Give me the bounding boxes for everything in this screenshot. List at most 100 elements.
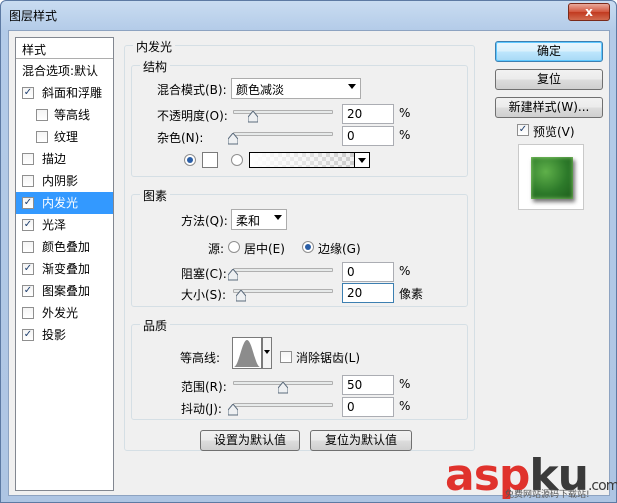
style-list-label: 光泽 xyxy=(42,218,67,232)
style-list-item[interactable]: 等高线 xyxy=(16,104,113,126)
size-slider-track[interactable] xyxy=(233,289,333,293)
size-label: 大小(S): xyxy=(181,288,227,302)
window-title: 图层样式 xyxy=(9,9,58,23)
noise-unit: % xyxy=(399,128,411,142)
range-label: 范围(R): xyxy=(181,380,227,394)
style-list-label: 等高线 xyxy=(54,108,91,122)
style-list-item[interactable]: 描边 xyxy=(16,148,113,170)
range-slider-thumb[interactable] xyxy=(278,382,288,394)
opacity-slider-thumb[interactable] xyxy=(248,111,258,123)
jitter-slider-track[interactable] xyxy=(233,403,333,407)
style-list-item[interactable]: 纹理 xyxy=(16,126,113,148)
gradient-picker[interactable] xyxy=(249,152,355,168)
style-list-label: 渐变叠加 xyxy=(42,262,91,276)
anti-alias-checkbox[interactable] xyxy=(280,351,292,363)
style-checkbox[interactable] xyxy=(36,109,48,121)
style-checkbox[interactable] xyxy=(22,219,34,231)
layer-style-dialog: 图层样式 x 样式 混合选项:默认斜面和浮雕等高线纹理描边内阴影内发光光泽颜色叠… xyxy=(0,0,617,503)
size-input[interactable]: 20 xyxy=(342,283,394,303)
solid-color-radio[interactable] xyxy=(184,154,196,166)
choke-slider-thumb[interactable] xyxy=(228,269,238,281)
ok-button[interactable]: 确定 xyxy=(495,41,603,62)
style-list-item[interactable]: 斜面和浮雕 xyxy=(16,82,113,104)
new-style-button[interactable]: 新建样式(W)... xyxy=(495,97,603,118)
source-center-label[interactable]: 居中(E) xyxy=(244,240,285,257)
style-list-item[interactable]: 混合选项:默认 xyxy=(16,60,113,82)
opacity-input[interactable]: 20 xyxy=(342,104,394,124)
method-value: 柔和 xyxy=(236,214,261,228)
style-checkbox[interactable] xyxy=(22,175,34,187)
structure-title: 结构 xyxy=(140,58,171,75)
style-list-item[interactable]: 颜色叠加 xyxy=(16,236,113,258)
preview-label[interactable]: 预览(V) xyxy=(533,123,575,140)
source-center-radio[interactable] xyxy=(228,241,240,253)
method-dropdown[interactable]: 柔和 xyxy=(231,209,287,230)
glow-color-swatch[interactable] xyxy=(202,152,218,168)
style-checkbox[interactable] xyxy=(22,263,34,275)
source-edge-label[interactable]: 边缘(G) xyxy=(318,240,361,257)
style-list-item[interactable]: 图案叠加 xyxy=(16,280,113,302)
contour-dropdown-arrow[interactable] xyxy=(262,337,272,369)
style-list-item[interactable]: 光泽 xyxy=(16,214,113,236)
watermark-subtitle: 免费网站源码下载站! xyxy=(505,490,590,500)
reset-button[interactable]: 复位 xyxy=(495,69,603,90)
dialog-body: 样式 混合选项:默认斜面和浮雕等高线纹理描边内阴影内发光光泽颜色叠加渐变叠加图案… xyxy=(8,30,610,496)
choke-input[interactable]: 0 xyxy=(342,262,394,282)
quality-group: 品质 等高线: 消除锯齿(L) 范围(R): 50 % 抖动(J): 0 % xyxy=(131,317,468,420)
contour-picker[interactable] xyxy=(232,337,262,369)
style-list-item[interactable]: 内发光 xyxy=(16,192,113,214)
style-list-label: 颜色叠加 xyxy=(42,240,91,254)
jitter-slider-thumb[interactable] xyxy=(228,404,238,416)
style-checkbox[interactable] xyxy=(22,329,34,341)
anti-alias-label[interactable]: 消除锯齿(L) xyxy=(296,349,360,366)
close-button[interactable]: x xyxy=(568,3,610,21)
noise-slider-track[interactable] xyxy=(233,132,333,136)
size-slider-thumb[interactable] xyxy=(236,290,246,302)
style-checkbox[interactable] xyxy=(22,307,34,319)
style-list-item[interactable]: 内阴影 xyxy=(16,170,113,192)
jitter-unit: % xyxy=(399,399,411,413)
jitter-input[interactable]: 0 xyxy=(342,397,394,417)
styles-header[interactable]: 样式 xyxy=(16,38,113,59)
choke-slider-track[interactable] xyxy=(233,268,333,272)
gradient-dropdown-arrow[interactable] xyxy=(354,152,370,168)
styles-list: 样式 混合选项:默认斜面和浮雕等高线纹理描边内阴影内发光光泽颜色叠加渐变叠加图案… xyxy=(15,37,114,491)
blend-mode-dropdown[interactable]: 颜色减淡 xyxy=(231,78,361,99)
gradient-radio[interactable] xyxy=(231,154,243,166)
chevron-down-icon xyxy=(274,215,282,220)
style-checkbox[interactable] xyxy=(22,197,34,209)
noise-slider-thumb[interactable] xyxy=(228,133,238,145)
inner-glow-title: 内发光 xyxy=(133,38,176,55)
style-checkbox[interactable] xyxy=(22,285,34,297)
style-list-item[interactable]: 渐变叠加 xyxy=(16,258,113,280)
style-list-item[interactable]: 外发光 xyxy=(16,302,113,324)
style-checkbox[interactable] xyxy=(22,153,34,165)
blend-mode-label: 混合模式(B): xyxy=(157,83,227,97)
opacity-unit: % xyxy=(399,106,411,120)
preview-checkbox[interactable] xyxy=(517,124,529,136)
style-list-label: 内发光 xyxy=(42,196,79,210)
style-checkbox[interactable] xyxy=(22,87,34,99)
preview-swatch xyxy=(531,157,573,199)
noise-input[interactable]: 0 xyxy=(342,126,394,146)
opacity-label: 不透明度(O): xyxy=(157,109,228,123)
style-list-label: 纹理 xyxy=(54,130,79,144)
reset-default-button[interactable]: 复位为默认值 xyxy=(310,430,412,451)
style-preview xyxy=(518,144,584,210)
style-list-label: 外发光 xyxy=(42,306,79,320)
style-list-label: 内阴影 xyxy=(42,174,79,188)
style-checkbox[interactable] xyxy=(36,131,48,143)
elements-group: 图素 方法(Q): 柔和 源: 居中(E) 边缘(G) 阻塞(C): 0 % 大… xyxy=(131,187,468,307)
style-list-label: 混合选项:默认 xyxy=(22,64,99,78)
source-label: 源: xyxy=(208,242,225,256)
style-list-item[interactable]: 投影 xyxy=(16,324,113,346)
style-checkbox[interactable] xyxy=(22,241,34,253)
blend-mode-value: 颜色减淡 xyxy=(236,83,285,97)
inner-glow-group: 内发光 结构 混合模式(B): 颜色减淡 不透明度(O): 20 % 杂色(N)… xyxy=(124,38,475,451)
structure-group: 结构 混合模式(B): 颜色减淡 不透明度(O): 20 % 杂色(N): 0 … xyxy=(131,58,468,177)
range-input[interactable]: 50 xyxy=(342,375,394,395)
set-default-button[interactable]: 设置为默认值 xyxy=(200,430,300,451)
title-bar[interactable]: 图层样式 x xyxy=(1,1,616,29)
source-edge-radio[interactable] xyxy=(302,241,314,253)
contour-label: 等高线: xyxy=(180,351,221,365)
